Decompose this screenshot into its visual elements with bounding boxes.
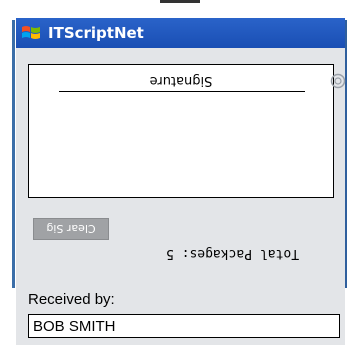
received-by-label: Received by: bbox=[28, 291, 115, 308]
right-desktop-strip bbox=[345, 0, 357, 345]
left-border bbox=[12, 20, 15, 288]
app-title: ITScriptNet bbox=[48, 24, 144, 42]
received-by-field[interactable] bbox=[28, 314, 340, 338]
top-notch bbox=[160, 0, 200, 3]
total-packages-text: Total Packages: 5 bbox=[166, 246, 300, 261]
clear-sig-button[interactable]: Clear Sig bbox=[33, 218, 109, 240]
form-content: Signature Clear Sig Total Packages: 5 Re… bbox=[16, 48, 346, 345]
device-window: ITScriptNet Signature Clear Sig Total Pa… bbox=[16, 18, 346, 345]
signature-label: Signature bbox=[149, 73, 213, 88]
signature-line bbox=[59, 91, 305, 92]
windows-flag-icon[interactable] bbox=[20, 22, 42, 44]
left-desktop-strip bbox=[0, 0, 16, 345]
scroll-indicator-icon bbox=[330, 73, 346, 89]
title-bar: ITScriptNet bbox=[16, 18, 345, 48]
right-border bbox=[345, 20, 347, 288]
signature-box[interactable]: Signature bbox=[28, 64, 346, 198]
